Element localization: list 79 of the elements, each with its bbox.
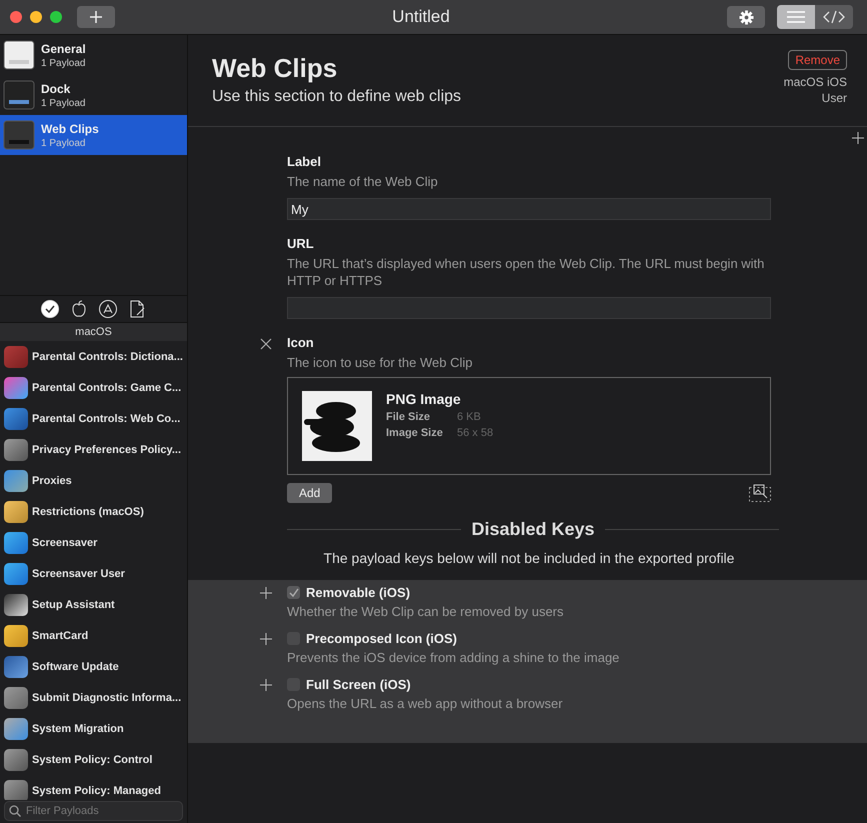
payload-library-item[interactable]: Restrictions (macOS) — [0, 496, 187, 527]
payload-library-item[interactable]: Parental Controls: Dictiona... — [0, 341, 187, 372]
payload-icon — [3, 80, 35, 110]
field-label: Label — [287, 154, 322, 169]
image-size-label: Image Size — [386, 427, 444, 439]
key-label: Removable (iOS) — [306, 585, 410, 600]
settings-icon — [738, 10, 754, 24]
key-description: Prevents the iOS device from adding a shine to the image — [287, 650, 620, 665]
field-label: Icon — [287, 335, 315, 350]
plus-icon[interactable] — [260, 679, 272, 691]
text-field[interactable]: My — [287, 198, 771, 220]
platforms-label: macOS iOS — [784, 74, 847, 90]
payload-library-item[interactable]: SmartCard — [0, 620, 187, 651]
code-icon — [823, 10, 845, 24]
text-field[interactable] — [287, 297, 771, 319]
disabled-keys-title: Disabled Keys — [471, 519, 595, 540]
plus-icon[interactable] — [852, 132, 864, 144]
payload-library-item[interactable]: Software Update — [0, 651, 187, 682]
window-title: Untitled — [391, 7, 451, 27]
app-store-filter[interactable] — [98, 299, 118, 319]
image-icon[interactable] — [749, 484, 771, 502]
list-icon — [786, 11, 806, 23]
zoom-button[interactable] — [50, 11, 62, 23]
payload-library-item[interactable]: System Migration — [0, 713, 187, 744]
payload-library-item[interactable]: Parental Controls: Game C... — [0, 372, 187, 403]
check-icon — [40, 299, 60, 319]
section-subtitle: Use this section to define web clips — [212, 88, 462, 106]
payload-name: Dock — [41, 82, 72, 96]
payload-icon — [3, 120, 35, 150]
settings-button[interactable] — [727, 6, 765, 28]
checkbox[interactable] — [287, 586, 300, 599]
image-well[interactable]: PNG Image File Size 6 KB Image Size 56 x 58 — [287, 377, 771, 475]
remove-button[interactable]: Remove — [788, 50, 847, 70]
scope-label: User — [822, 90, 847, 106]
image-size-value: 56 x 58 — [457, 427, 494, 439]
plus-icon[interactable] — [260, 633, 272, 645]
payload-name: General — [41, 42, 86, 56]
payload-library-item[interactable]: Submit Diagnostic Informa... — [0, 682, 187, 713]
section-title: Web Clips — [212, 53, 338, 84]
payload-name: Web Clips — [41, 122, 99, 136]
payload-library-item[interactable]: Privacy Preferences Policy... — [0, 434, 187, 465]
plus-icon[interactable] — [260, 587, 272, 599]
key-description: Opens the URL as a web app without a browser — [287, 696, 563, 711]
field-label: URL — [287, 236, 315, 251]
field-description: The icon to use for the Web Clip — [287, 354, 474, 371]
payload-library-item[interactable]: Screensaver User — [0, 558, 187, 589]
payload-count: 1 Payload — [41, 138, 86, 148]
close-button[interactable] — [10, 11, 22, 23]
payload-library-item[interactable]: System Policy: Managed — [0, 775, 187, 800]
app-store-icon — [98, 299, 118, 319]
add-payload-button[interactable] — [77, 6, 115, 28]
file-type: PNG Image — [386, 391, 462, 407]
field-description: The URL that’s displayed when users open the Web Clip. The URL must begin with HTTP or HTTPS — [287, 255, 766, 289]
section-header: macOS — [0, 322, 187, 341]
field-description: The name of the Web Clip — [287, 173, 439, 190]
all-platforms-filter[interactable] — [40, 299, 60, 319]
disabled-keys-description: The payload keys below will not be included in the exported profile — [322, 550, 736, 566]
payload-list-item[interactable]: Web Clips 1 Payload — [0, 115, 187, 155]
plus-icon — [89, 10, 103, 24]
payload-count: 1 Payload — [41, 58, 86, 68]
payload-library-item[interactable]: Proxies — [0, 465, 187, 496]
payload-library-item[interactable]: Screensaver — [0, 527, 187, 558]
filter-field[interactable]: Filter Payloads — [4, 801, 183, 821]
payload-library-item[interactable]: Parental Controls: Web Co... — [0, 403, 187, 434]
payload-count: 1 Payload — [41, 98, 86, 108]
file-size-label: File Size — [386, 411, 432, 423]
payload-list-item[interactable]: General 1 Payload — [0, 35, 187, 75]
minimize-button[interactable] — [30, 11, 42, 23]
key-label: Precomposed Icon (iOS) — [306, 631, 457, 646]
payload-icon — [3, 40, 35, 70]
payload-list-item[interactable]: Dock 1 Payload — [0, 75, 187, 115]
add-button[interactable]: Add — [287, 483, 332, 503]
key-label: Full Screen (iOS) — [306, 677, 411, 692]
close-icon[interactable] — [260, 338, 272, 350]
file-size-value: 6 KB — [457, 411, 481, 423]
payload-library-item[interactable]: System Policy: Control — [0, 744, 187, 775]
key-description: Whether the Web Clip can be removed by users — [287, 604, 564, 619]
code-view-button[interactable] — [815, 5, 853, 29]
payload-library-item[interactable]: Setup Assistant — [0, 589, 187, 620]
